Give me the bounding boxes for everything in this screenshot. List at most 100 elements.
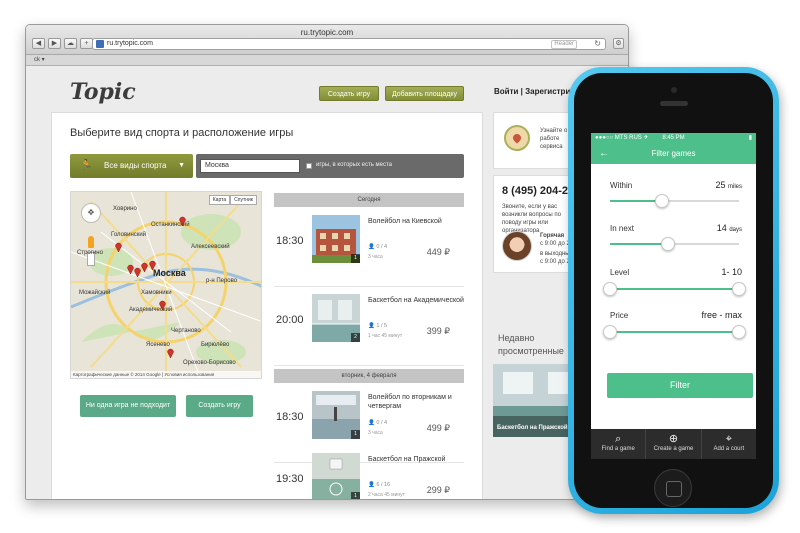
price-slider-min-knob[interactable] (603, 325, 617, 339)
bookmarks-bar[interactable]: ck ▾ (26, 55, 628, 66)
game-thumbnail[interactable]: 1 (312, 453, 360, 499)
level-slider-max-knob[interactable] (732, 282, 746, 296)
map-label: р-н Перово (206, 278, 238, 284)
map-pin-icon[interactable] (115, 242, 122, 252)
sport-dropdown-label: Все виды спорта (104, 161, 167, 170)
home-button[interactable] (654, 469, 692, 507)
map-label: Головинский (111, 232, 147, 238)
city-input[interactable]: Москва (200, 159, 300, 173)
forward-button[interactable]: ▶ (48, 38, 61, 49)
games-map[interactable]: ✥ Карта Спутник Останкинский Москва Хамо… (70, 191, 262, 379)
in-next-value: 14 (716, 223, 727, 233)
add-court-button[interactable]: Добавить площадку (385, 86, 464, 101)
tab-create-a-game[interactable]: ⊕ Create a game (646, 429, 702, 459)
within-slider-track[interactable] (610, 200, 739, 202)
map-pin-badge-icon (504, 125, 530, 151)
address-bar[interactable]: ru.trytopic.com Reader ↻ (92, 38, 606, 50)
game-title[interactable]: Волейбол по вторникам и четвергам (368, 393, 464, 411)
filter-button[interactable]: Filter (607, 373, 753, 398)
map-pin-icon[interactable] (179, 216, 186, 226)
earpiece-speaker (660, 101, 688, 106)
map-type-tabs: Карта Спутник (208, 195, 257, 205)
map-label: Хамовники (141, 290, 172, 296)
no-game-fits-button[interactable]: Ни одна игра не подходит (80, 395, 176, 417)
map-pin-icon[interactable] (159, 300, 166, 310)
game-time: 18:30 (276, 235, 304, 247)
create-game-button[interactable]: Создать игру (186, 395, 253, 417)
settings-gear-icon[interactable]: ⚙ (613, 38, 624, 49)
map-pin-icon[interactable] (167, 348, 174, 358)
photo-count-badge: 1 (351, 492, 360, 499)
support-phone[interactable]: 8 (495) 204-27 (502, 185, 574, 197)
reader-button[interactable]: Reader (551, 40, 577, 49)
search-icon: ⌕ (615, 433, 622, 445)
filter-value-price: free - max (701, 310, 742, 320)
favicon-icon (96, 40, 104, 48)
map-label: Бирюлёво (201, 342, 230, 348)
game-time-left: 2 часа 45 минут (368, 492, 405, 498)
photo-count-badge: 1 (351, 430, 360, 439)
game-title[interactable]: Волейбол на Киевской (368, 217, 464, 226)
game-title[interactable]: Баскетбол на Академической (368, 296, 464, 305)
price-slider-max-knob[interactable] (732, 325, 746, 339)
level-slider-min-knob[interactable] (603, 282, 617, 296)
front-camera (671, 87, 677, 93)
status-bar: ●●●○○ MTS RUS ✈ 8:45 PM ▮ (591, 133, 756, 144)
game-players: 👤 6 / 16 (368, 482, 390, 488)
map-copyright: Картографические данные © 2014 Google | … (71, 371, 261, 378)
within-slider-knob[interactable] (654, 194, 669, 208)
price-slider-track[interactable] (610, 331, 739, 333)
places-checkbox-label: игры, в которых есть места (316, 162, 392, 168)
address-url: ru.trytopic.com (107, 40, 153, 47)
tab-add-a-court[interactable]: ⌖ Add a court (702, 429, 756, 459)
game-players-count: 6 / 16 (376, 482, 391, 488)
game-players-count: 0 / 4 (376, 420, 388, 426)
game-thumbnail[interactable]: 2 (312, 294, 360, 342)
day-header-today: Сегодня (274, 193, 464, 207)
browser-window: ru.trytopic.com ◀ ▶ ☁ + ru.trytopic.com … (25, 24, 629, 500)
sport-dropdown[interactable]: 🏃 Все виды спорта ▼ (70, 154, 193, 178)
game-thumbnail[interactable]: 1 (312, 391, 360, 439)
map-pin-icon[interactable] (141, 262, 148, 272)
game-row[interactable]: 20:00 2 Баскетбол на Академической 👤 1 /… (274, 288, 464, 366)
icloud-tabs-icon[interactable]: ☁ (64, 38, 77, 49)
browser-titlebar: ru.trytopic.com ◀ ▶ ☁ + ru.trytopic.com … (26, 25, 628, 55)
game-thumbnail[interactable]: 1 (312, 215, 360, 263)
bottom-tab-bar: ⌕ Find a game ⊕ Create a game ⌖ Add a co… (591, 429, 756, 459)
map-label: Ховрино (113, 206, 137, 212)
map-tab-map[interactable]: Карта (208, 195, 231, 205)
photo-count-badge: 2 (351, 333, 360, 342)
game-time: 20:00 (276, 314, 304, 326)
smartphone: ●●●○○ MTS RUS ✈ 8:45 PM ▮ ← Filter games… (568, 67, 779, 514)
location-pin-icon: ⌖ (725, 433, 732, 445)
back-arrow-icon[interactable]: ← (599, 144, 609, 164)
map-pin-icon[interactable] (134, 267, 141, 277)
app-header-title: Filter games (651, 149, 696, 158)
map-pin-icon[interactable] (127, 264, 134, 274)
filter-label-price: Price (610, 311, 629, 320)
game-row[interactable]: 19:30 1 Баскетбол на Пражской 👤 6 / 16 2… (274, 447, 464, 499)
app-header: ← Filter games (591, 144, 756, 164)
running-person-icon: 🏃 (80, 160, 93, 171)
street-view-pegman-icon[interactable] (88, 236, 94, 248)
tab-find-a-game[interactable]: ⌕ Find a game (591, 429, 647, 459)
game-price: 499 ₽ (426, 423, 450, 433)
map-pan-control[interactable]: ✥ (81, 203, 101, 223)
web-page: Topic Создать игру Добавить площадку Вой… (26, 67, 628, 499)
window-title: ru.trytopic.com (300, 28, 354, 37)
map-label-city: Москва (153, 268, 186, 278)
game-title[interactable]: Баскетбол на Пражской (368, 455, 464, 464)
site-logo[interactable]: Topic (70, 79, 136, 105)
map-pin-icon[interactable] (149, 260, 156, 270)
login-link[interactable]: Войти (494, 87, 518, 96)
level-slider-track[interactable] (610, 288, 739, 290)
header-create-game-button[interactable]: Создать игру (319, 86, 379, 101)
reload-icon[interactable]: ↻ (594, 39, 601, 49)
game-time: 19:30 (276, 473, 304, 485)
places-checkbox[interactable] (306, 163, 312, 169)
map-label: Алексеевский (191, 244, 230, 250)
game-row[interactable]: 18:30 1 Волейбол на Киевской 👤 0 / 4 3 ч… (274, 209, 464, 287)
map-tab-satellite[interactable]: Спутник (230, 195, 257, 205)
in-next-slider-knob[interactable] (661, 237, 676, 251)
back-button[interactable]: ◀ (32, 38, 45, 49)
